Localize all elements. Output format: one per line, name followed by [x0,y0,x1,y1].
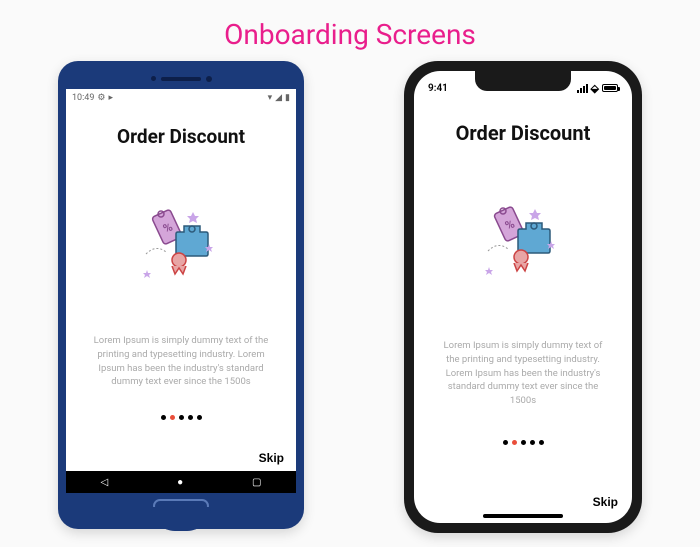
iphone-screen: 9:41 ⬙ Order Discount % [414,71,632,523]
android-status-bar: 10:49 ⚙ ▸ ▾ ◢ ▮ [66,89,296,107]
onboarding-description: Lorem Ipsum is simply dummy text of the … [428,339,618,408]
dot-4[interactable] [530,440,535,445]
android-bezel-top [66,69,296,89]
android-home-pill [153,499,209,513]
back-button[interactable]: ◁ [100,477,108,488]
android-onboarding-content: Order Discount % [66,107,296,471]
home-indicator[interactable] [483,514,563,518]
android-nav-bar: ◁ ● ▢ [66,471,296,493]
recent-button[interactable]: ▢ [252,477,261,488]
pagination-dots[interactable] [503,440,544,445]
onboarding-description: Lorem Ipsum is simply dummy text of the … [80,334,282,389]
iphone-onboarding-content: Order Discount % [414,99,632,523]
status-time: 10:49 [72,93,94,103]
android-phone-frame: 10:49 ⚙ ▸ ▾ ◢ ▮ Order Discount [58,61,304,529]
dot-4[interactable] [188,415,193,420]
wifi-icon: ⬙ [591,82,599,95]
dot-5[interactable] [197,415,202,420]
battery-icon [602,84,618,92]
android-screen: 10:49 ⚙ ▸ ▾ ◢ ▮ Order Discount [66,89,296,493]
dot-1[interactable] [503,440,508,445]
dot-1[interactable] [161,415,166,420]
page-title: Onboarding Screens [0,0,700,61]
skip-button[interactable]: Skip [259,451,284,465]
android-bezel-bottom [66,493,296,519]
dot-5[interactable] [539,440,544,445]
discount-illustration: % [473,191,573,291]
onboarding-title: Order Discount [117,125,245,148]
signal-icon: ◢ [275,93,282,103]
play-icon: ▸ [109,93,114,103]
onboarding-title: Order Discount [456,121,591,145]
dot-2[interactable] [512,440,517,445]
status-time: 9:41 [428,83,448,94]
gear-icon: ⚙ [97,93,105,103]
dot-3[interactable] [521,440,526,445]
iphone-frame: 9:41 ⬙ Order Discount % [404,61,642,533]
wifi-icon: ▾ [268,93,273,103]
pagination-dots[interactable] [161,415,202,420]
skip-button[interactable]: Skip [593,495,618,509]
iphone-notch [475,71,571,91]
dot-3[interactable] [179,415,184,420]
signal-icon [577,84,588,93]
phones-container: 10:49 ⚙ ▸ ▾ ◢ ▮ Order Discount [0,61,700,533]
battery-icon: ▮ [285,93,290,103]
discount-illustration: % [131,194,231,294]
home-button[interactable]: ● [177,477,183,488]
dot-2[interactable] [170,415,175,420]
